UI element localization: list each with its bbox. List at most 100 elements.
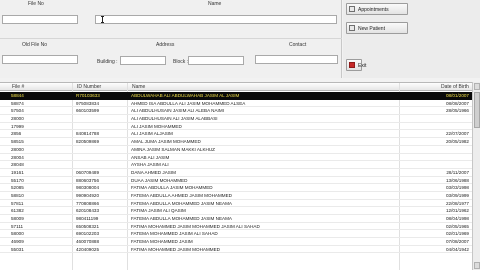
cell-name: ALI ABDULHUSAIN JASIM ALI ALEBA NAIMI	[131, 108, 224, 114]
table-row[interactable]: 58009 980411199 FATEMA ABDULLA MOHAMMED JA…	[0, 215, 472, 223]
cell-file-number: 58000	[11, 231, 24, 237]
cell-id-number: 770808866	[76, 200, 99, 206]
new-patient-button-label: New Patient	[358, 26, 385, 32]
cell-date-of-birth: 08/08/2007	[446, 100, 469, 106]
cell-file-number: 58844	[11, 93, 24, 98]
table-row[interactable]: 57504 660103599 ALI ABDULHUSAIN JASIM ALI …	[0, 107, 472, 116]
cell-file-number: 19161	[11, 169, 24, 175]
new-patient-button[interactable]: New Patient	[346, 22, 408, 34]
table-row[interactable]: 57811 770808866 FATEMA ABDULLA MOHAMMED JA…	[0, 200, 472, 208]
table-row[interactable]: 61382 620108433 FATIMA JASIM ALI QASIM 12/0…	[0, 207, 472, 215]
cell-file-number: 46909	[11, 239, 24, 245]
patient-search-window: File No Name Old File No Address Buildin…	[0, 0, 480, 270]
table-row[interactable]: 55031 420409025 FATIMA MOHAMMED JASIM MOHA…	[0, 246, 472, 254]
cell-date-of-birth: 03/03/1998	[446, 185, 469, 191]
column-header-name[interactable]: Name	[132, 84, 145, 90]
cell-id-number: 820509869	[76, 139, 99, 145]
cell-date-of-birth: 08/04/1998	[446, 216, 469, 221]
table-row[interactable]: 58874 975083834 AHMED ISA ABDULLA ALI JASI…	[0, 100, 472, 108]
cell-file-number: 57811	[11, 200, 24, 206]
table-row[interactable]: 58515 820509869 AMAL JUMA JASIM MOHAMMED 20…	[0, 138, 472, 146]
old-file-no-input[interactable]	[2, 55, 78, 64]
cell-name: FATEMA ABDULLA MOHAMMED JASIM NEAMA	[131, 200, 232, 206]
cell-name: AHMED ISA ABDULLA ALI JASIM MOHAMMED ALS…	[131, 100, 246, 106]
cell-id-number: 840814788	[76, 131, 99, 137]
table-row[interactable]: 2856 840814788 ALI JASIM ALJASIM 22/07/2007	[0, 130, 472, 139]
table-row[interactable]: 17999 ALI JASIM MOHAMMED	[0, 123, 472, 131]
cell-date-of-birth: 28/05/1966	[446, 108, 469, 114]
cell-file-number: 17999	[11, 123, 24, 129]
file-no-label: File No	[28, 1, 44, 7]
contact-input[interactable]	[255, 55, 338, 64]
cell-file-number: 55031	[11, 246, 24, 252]
table-row[interactable]: 58000 690102203 FATEMA MOHAMMED JASIM ALI …	[0, 230, 472, 239]
cell-date-of-birth: 02/05/1965	[446, 223, 469, 229]
file-no-input[interactable]	[2, 15, 78, 24]
calendar-icon	[349, 6, 355, 12]
name-input[interactable]	[95, 15, 337, 24]
table-row[interactable]: 55170 880603756 DUAA JASIM MOHAMMED 13/06/1…	[0, 177, 472, 185]
new-patient-icon	[349, 25, 355, 31]
name-label: Name	[208, 1, 222, 7]
cell-date-of-birth: 13/06/1988	[446, 177, 469, 183]
column-header-file[interactable]: File #	[12, 84, 24, 90]
cell-name: DUAA JASIM MOHAMMED	[131, 177, 188, 183]
table-header: File # ID Number Name Date of Birth	[0, 83, 472, 91]
cell-name: FATEMA MOHAMMED JASIM	[131, 239, 193, 245]
cell-file-number: 57111	[11, 223, 24, 229]
table-row[interactable]: 28004 ANSAB ALI JASIM	[0, 154, 472, 162]
contact-label: Contact	[289, 42, 307, 48]
cell-name: DANA AHMED JASIM	[131, 169, 176, 175]
cell-date-of-birth: 22/07/2007	[446, 131, 469, 137]
table-row[interactable]: 58844 R70103633 ABDULWAHAB ALI ABDULWAHAB …	[0, 92, 472, 100]
cell-date-of-birth: 04/04/1942	[446, 246, 469, 252]
address-label: Address	[156, 42, 175, 48]
cell-id-number: 060709489	[76, 169, 99, 175]
table-row[interactable]: 28048 AYSHA JASIM ALI	[0, 161, 472, 169]
cell-name: AYSHA JASIM ALI	[131, 162, 169, 168]
table-row[interactable]: 52085 980308004 FATIMA ABDULLA JASIM MOHAM…	[0, 184, 472, 192]
cell-file-number: 57504	[11, 108, 24, 114]
vertical-scrollbar[interactable]	[472, 82, 480, 270]
cell-name: AMAL JUMA JASIM MOHAMMED	[131, 139, 201, 145]
cell-file-number: 58874	[11, 100, 24, 106]
block-label: Block :	[173, 59, 189, 65]
action-panel: Appointments New Patient Exit	[343, 0, 480, 78]
table-row[interactable]: 19161 060709489 DANA AHMED JASIM 28/11/2007	[0, 169, 472, 177]
table-row[interactable]: 28000 AMINA JASIM SALMAN MAKKI ALKHUZ	[0, 146, 472, 154]
cell-file-number: 28000	[11, 146, 24, 152]
table-row[interactable]: 58810 990904920 FATEMA ABDULLA AHMED JASIM…	[0, 192, 472, 200]
cell-name: FATIMA ABDULLA JASIM MOHAMMED	[131, 185, 213, 191]
cell-date-of-birth: 03/09/1999	[446, 192, 469, 198]
table-row[interactable]: 46909 460070888 FATEMA MOHAMMED JASIM 07/08…	[0, 238, 472, 246]
building-input[interactable]	[120, 56, 166, 65]
text-cursor-icon	[101, 16, 105, 23]
cell-file-number: 58810	[11, 192, 24, 198]
cell-file-number: 28048	[11, 162, 24, 168]
table-row[interactable]: 28000 ALI ABDULHUSAIN ALI JASIM ALABBASI	[0, 115, 472, 123]
cell-date-of-birth: 07/08/2007	[446, 239, 469, 245]
scrollbar-thumb[interactable]	[474, 92, 480, 128]
block-input[interactable]	[188, 56, 244, 65]
cell-name: AMINA JASIM SALMAN MAKKI ALKHUZ	[131, 146, 215, 152]
column-header-id-number[interactable]: ID Number	[77, 84, 101, 90]
exit-button-label: Exit	[358, 63, 367, 69]
table-row[interactable]: 57111 650508321 FATIMA MOHAMMED JASIM MOHA…	[0, 223, 472, 231]
appointments-button[interactable]: Appointments	[346, 3, 408, 15]
cell-name: FATEMA ABDULLA AHMED JASIM MOHAMMED	[131, 192, 232, 198]
cell-name: ANSAB ALI JASIM	[131, 154, 170, 160]
cell-name: FATIMA MOHAMMED JASIM MOHAMMED JASIM ALI…	[131, 223, 260, 229]
column-header-date-of-birth[interactable]: Date of Birth	[441, 84, 469, 90]
cell-name: FATIMA MOHAMMED JASIM MOHAMMED	[131, 246, 220, 252]
cell-id-number: 975083834	[76, 100, 99, 106]
exit-button[interactable]: Exit	[346, 59, 366, 71]
cell-id-number: 650508321	[76, 223, 99, 229]
cell-id-number: 420409025	[76, 246, 99, 252]
cell-id-number: 460070888	[76, 239, 99, 245]
scroll-down-arrow-icon[interactable]	[474, 262, 480, 269]
cell-id-number: 620108433	[76, 208, 99, 214]
cell-date-of-birth: 22/08/1977	[446, 200, 469, 206]
cell-id-number: 880603756	[76, 177, 99, 183]
scroll-up-arrow-icon[interactable]	[474, 83, 480, 90]
cell-name: FATIMA JASIM ALI QASIM	[131, 208, 186, 214]
